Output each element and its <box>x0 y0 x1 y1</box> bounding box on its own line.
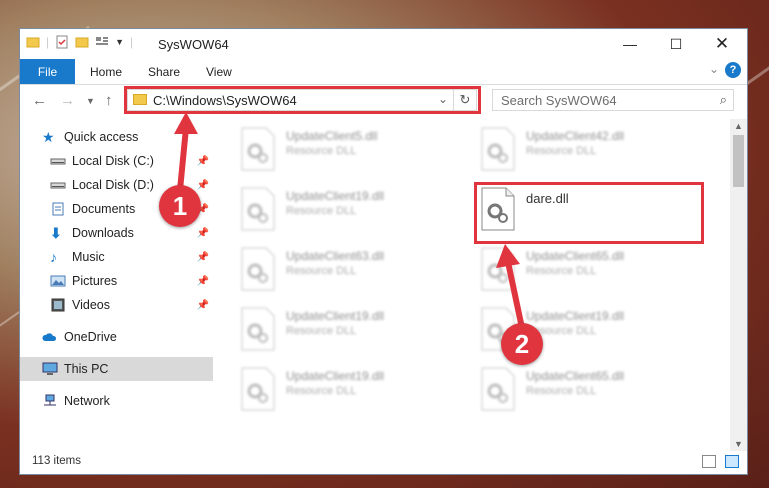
callout-arrows <box>174 112 525 329</box>
arrow-head-1 <box>174 112 198 134</box>
callout-badge-1: 1 <box>159 185 201 227</box>
arrow-line-2 <box>505 261 525 329</box>
arrow-line-1 <box>177 127 189 191</box>
callout-badge-2: 2 <box>501 323 543 365</box>
arrow-head-2 <box>496 244 520 268</box>
